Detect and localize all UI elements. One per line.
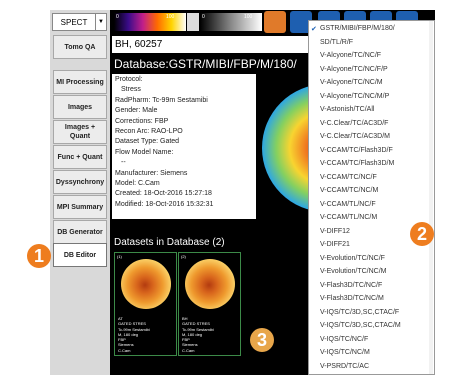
- database-metadata: Protocol: Stress RadPharm: Tc-99m Sestam…: [112, 72, 256, 219]
- chevron-down-icon[interactable]: ▼: [95, 14, 106, 30]
- sidebar-item-db-editor[interactable]: DB Editor: [53, 243, 107, 267]
- menu-item[interactable]: V-Alcyone/TC/NC/M: [320, 79, 383, 86]
- menu-item[interactable]: V-C.Clear/TC/AC3D/F: [320, 120, 388, 127]
- menu-item[interactable]: V-DIFF12: [320, 228, 350, 235]
- dataset-card[interactable]: (2) BH GATED STRES Tc-99m Sestamibi M, 1…: [178, 252, 241, 356]
- menu-item[interactable]: V-Astonish/TC/All: [320, 106, 374, 113]
- menu-item[interactable]: V-Evolution/TC/NC/M: [320, 268, 387, 275]
- color-scale-bar[interactable]: 0 100: [114, 13, 186, 31]
- menu-item[interactable]: V-C.Clear/TC/AC3D/M: [320, 133, 390, 140]
- callout-badge-3: 3: [250, 328, 274, 352]
- sidebar-item-images-quant[interactable]: Images + Quant: [53, 120, 107, 144]
- menu-item[interactable]: V-IQS/TC/NC/F: [320, 336, 368, 343]
- database-dropdown-menu[interactable]: ✔ GSTR/MIBI/FBP/M/180/ SD/TL/R/F V-Alcyo…: [308, 20, 435, 375]
- menu-item[interactable]: V-PSRD/TC/AC: [320, 363, 369, 370]
- menu-item[interactable]: V-CCAM/TC/NC/F: [320, 174, 377, 181]
- menu-item[interactable]: V-Alcyone/TC/NC/M/P: [320, 93, 389, 100]
- sidebar-item-mi-processing[interactable]: MI Processing: [53, 70, 107, 94]
- callout-badge-1: 1: [27, 244, 51, 268]
- sidebar: SPECT ▼ Tomo QA MI Processing Images Ima…: [50, 10, 110, 375]
- modality-select[interactable]: SPECT ▼: [52, 13, 107, 31]
- callout-badge-2: 2: [410, 222, 434, 246]
- gray-scale-bar[interactable]: 0 100: [200, 13, 262, 31]
- dataset-card[interactable]: (1) AT GATED STRES Tc-99m Sestamibi M, 1…: [114, 252, 177, 356]
- menu-item[interactable]: V-IQS/TC/3D,SC,CTAC/M: [320, 322, 401, 329]
- menu-item[interactable]: V-CCAM/TL/NC/M: [320, 214, 377, 221]
- checkmark-icon: ✔: [311, 26, 317, 33]
- menu-item[interactable]: V-CCAM/TC/Flash3D/F: [320, 147, 393, 154]
- sidebar-item-dyssynchrony[interactable]: Dyssynchrony: [53, 170, 107, 194]
- sidebar-item-images[interactable]: Images: [53, 95, 107, 119]
- sidebar-item-mpi-summary[interactable]: MPI Summary: [53, 195, 107, 219]
- menu-item[interactable]: V-Flash3D/TC/NC/F: [320, 282, 382, 289]
- menu-item[interactable]: V-Alcyone/TC/NC/F: [320, 52, 381, 59]
- dataset-caption: BH GATED STRES Tc-99m Sestamibi M, 180 d…: [182, 316, 214, 353]
- menu-item[interactable]: V-IQS/TC/3D,SC,CTAC/F: [320, 309, 399, 316]
- menu-item[interactable]: V-Alcyone/TC/NC/F/P: [320, 66, 388, 73]
- sidebar-item-func-quant[interactable]: Func + Quant: [53, 145, 107, 169]
- sidebar-item-tomo-qa[interactable]: Tomo QA: [53, 35, 107, 59]
- dataset-thumbnail: [121, 259, 171, 309]
- scale-adjust-icon[interactable]: [187, 13, 199, 31]
- menu-item[interactable]: SD/TL/R/F: [320, 39, 353, 46]
- menu-scrollbar[interactable]: [429, 21, 433, 374]
- sidebar-item-db-generator[interactable]: DB Generator: [53, 220, 107, 244]
- dataset-thumbnail: [185, 259, 235, 309]
- menu-item[interactable]: V-IQS/TC/NC/M: [320, 349, 370, 356]
- menu-item[interactable]: V-Flash3D/TC/NC/M: [320, 295, 384, 302]
- menu-item[interactable]: V-Evolution/TC/NC/F: [320, 255, 385, 262]
- menu-item[interactable]: GSTR/MIBI/FBP/M/180/: [320, 25, 395, 32]
- menu-item[interactable]: V-DIFF21: [320, 241, 350, 248]
- dataset-caption: AT GATED STRES Tc-99m Sestamibi M, 180 d…: [118, 316, 150, 353]
- menu-item[interactable]: V-CCAM/TC/Flash3D/M: [320, 160, 394, 167]
- menu-item[interactable]: V-CCAM/TC/NC/M: [320, 187, 378, 194]
- menu-item[interactable]: V-CCAM/TL/NC/F: [320, 201, 376, 208]
- polar-map-button[interactable]: [264, 11, 286, 33]
- modality-label: SPECT: [60, 17, 88, 27]
